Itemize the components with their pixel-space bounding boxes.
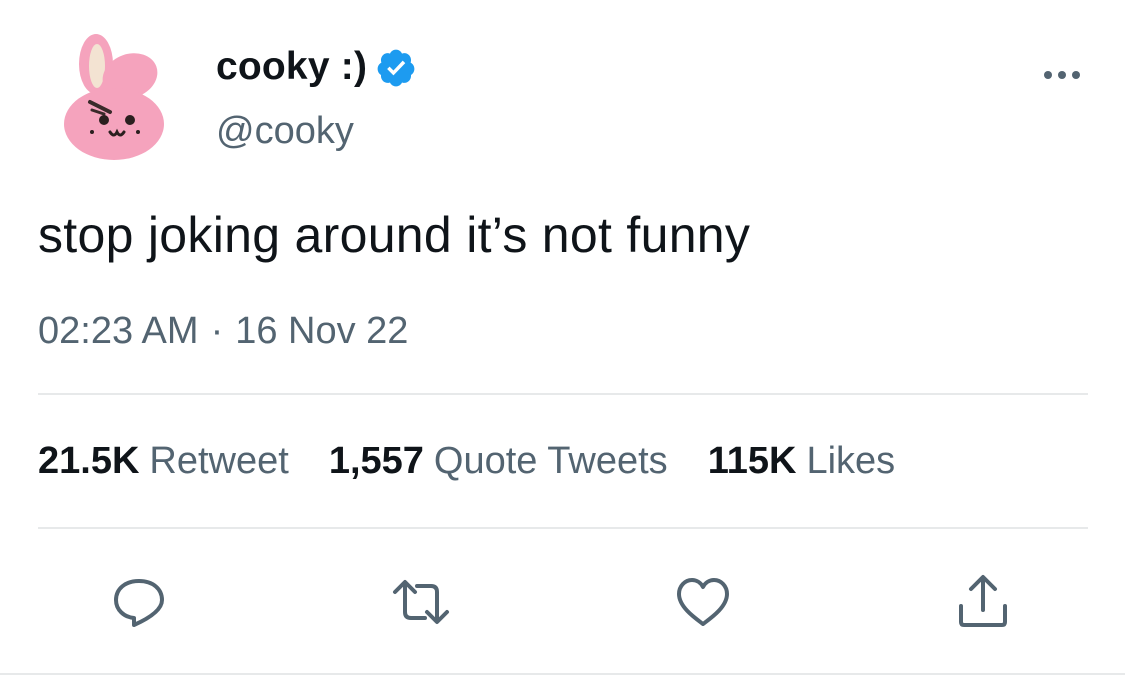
tweet-text: stop joking around it’s not funny xyxy=(38,207,751,263)
user-handle[interactable]: @cooky xyxy=(216,110,354,153)
tweet-timestamp[interactable]: 02:23 AM · 16 Nov 22 xyxy=(38,310,408,353)
share-button[interactable] xyxy=(953,572,1013,632)
bunny-avatar-icon xyxy=(64,34,164,160)
stat-likes[interactable]: 115K Likes xyxy=(708,440,895,483)
stat-retweets[interactable]: 21.5K Retweet xyxy=(38,440,289,483)
stat-value: 1,557 xyxy=(328,440,424,482)
stat-label: Retweet xyxy=(149,440,289,482)
divider xyxy=(0,673,1125,675)
stat-value: 21.5K xyxy=(38,440,140,482)
display-name-row[interactable]: cooky :) xyxy=(216,42,417,92)
stat-label: Likes xyxy=(806,440,896,482)
retweet-icon xyxy=(393,580,449,624)
like-button[interactable] xyxy=(673,572,733,632)
avatar[interactable] xyxy=(52,28,176,162)
reply-button[interactable] xyxy=(109,572,169,632)
share-icon xyxy=(959,575,1007,627)
more-options-button[interactable] xyxy=(1040,60,1084,90)
tweet-stats: 21.5K Retweet 1,557 Quote Tweets 115K Likes xyxy=(38,440,935,483)
display-name[interactable]: cooky :) xyxy=(216,45,367,89)
timestamp-separator: · xyxy=(210,310,224,352)
tweet-time: 02:23 AM xyxy=(38,310,199,352)
verified-badge-icon xyxy=(377,49,415,87)
stat-value: 115K xyxy=(707,440,797,482)
stat-label: Quote Tweets xyxy=(433,440,668,482)
more-dots-icon xyxy=(1044,71,1080,79)
reply-icon xyxy=(114,579,164,627)
like-icon xyxy=(677,578,729,626)
retweet-button[interactable] xyxy=(391,572,451,632)
divider xyxy=(38,393,1088,395)
stat-quote-tweets[interactable]: 1,557 Quote Tweets xyxy=(329,440,668,483)
tweet-date: 16 Nov 22 xyxy=(235,310,409,352)
divider xyxy=(38,527,1088,529)
